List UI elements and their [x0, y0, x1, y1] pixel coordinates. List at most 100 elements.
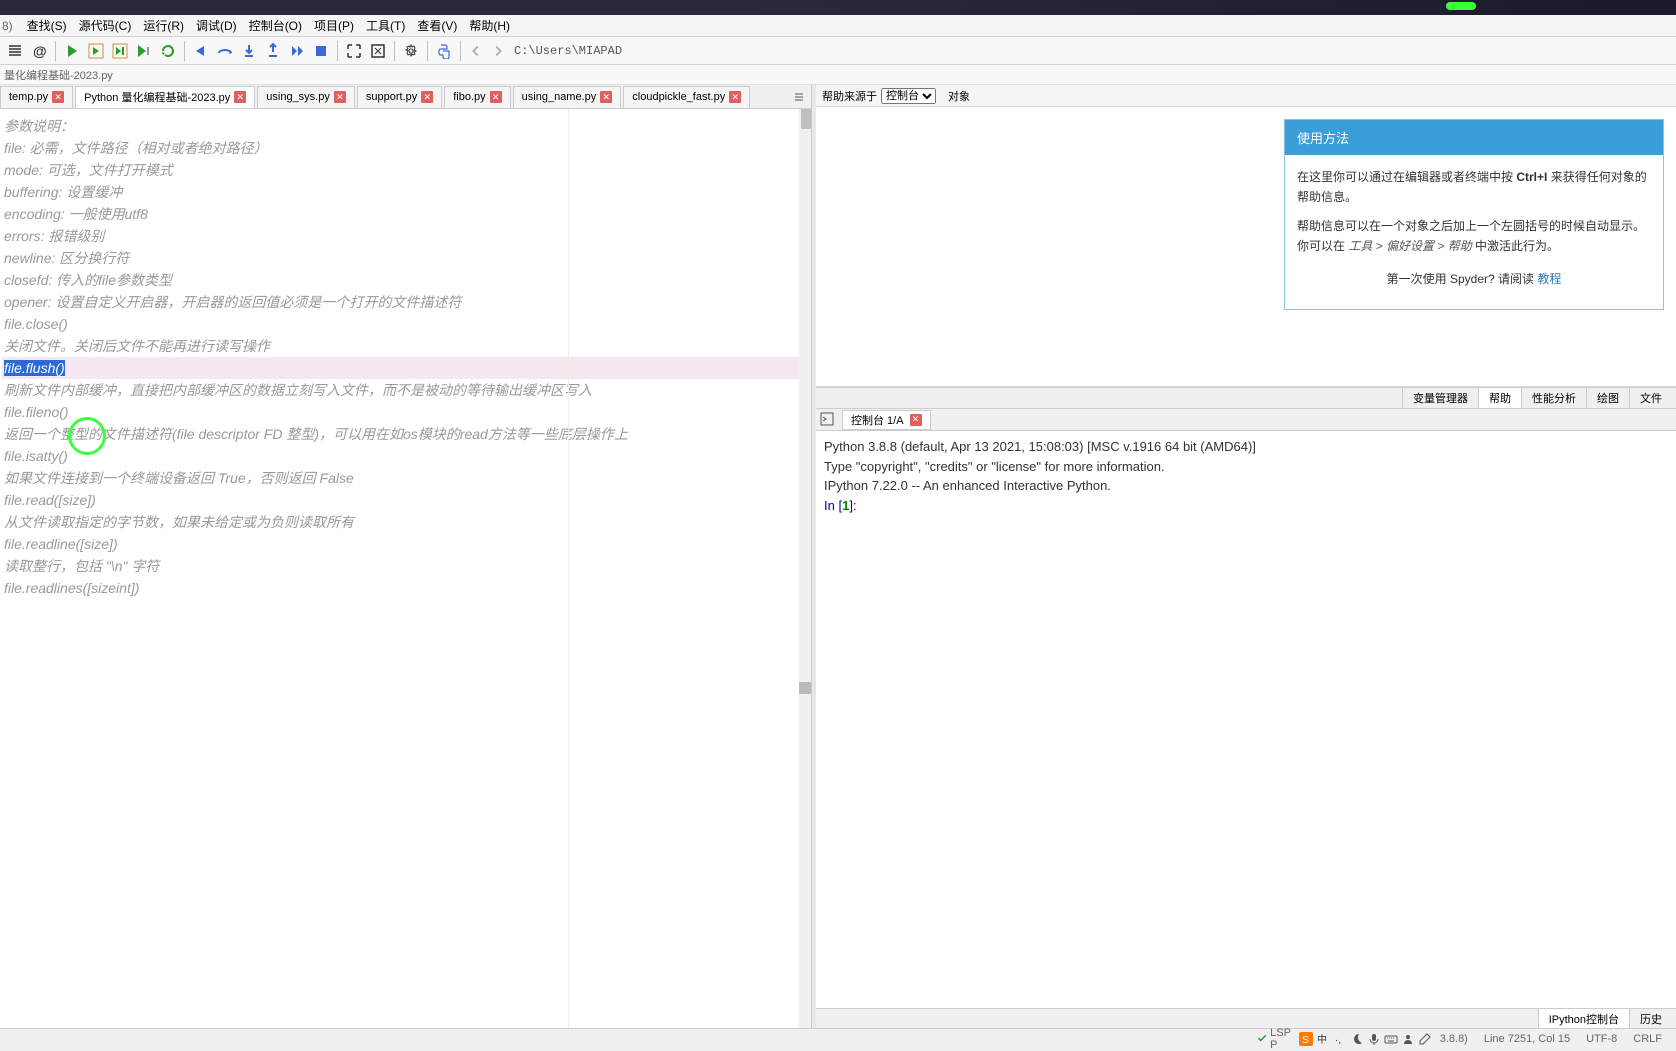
tab-temp[interactable]: temp.py✕ — [0, 86, 73, 108]
close-icon[interactable]: ✕ — [234, 91, 246, 103]
status-lsp[interactable]: LSP P — [1257, 1027, 1291, 1051]
code-line: 从文件读取指定的字节数，如果未给定或为负则读取所有 — [2, 511, 809, 533]
code-line: mode: 可选，文件打开模式 — [2, 159, 809, 181]
console-menu-icon[interactable] — [820, 412, 836, 428]
breadcrumb-segment[interactable]: 量化编程基础-2023.py — [4, 67, 113, 83]
run-again-icon[interactable] — [157, 40, 179, 62]
moon-icon[interactable] — [1350, 1032, 1364, 1046]
close-icon[interactable]: ✕ — [910, 414, 922, 426]
editor-scrollbar[interactable] — [799, 109, 811, 1028]
close-icon[interactable]: ✕ — [490, 91, 502, 103]
status-python-version[interactable]: 3.8.8) — [1440, 1033, 1468, 1045]
debug-stop-icon[interactable] — [310, 40, 332, 62]
tab-history[interactable]: 历史 — [1629, 1009, 1672, 1029]
debug-stepin-icon[interactable] — [238, 40, 260, 62]
menu-console[interactable]: 控制台(O) — [243, 15, 308, 36]
editor-panel: temp.py✕ Python 量化编程基础-2023.py✕ using_sy… — [0, 85, 812, 1028]
fullscreen-icon[interactable] — [367, 40, 389, 62]
menu-project[interactable]: 项目(P) — [308, 15, 360, 36]
code-editor[interactable]: 参数说明： file: 必需，文件路径（相对或者绝对路径） mode: 可选，文… — [0, 109, 811, 1028]
menu-source[interactable]: 源代码(C) — [73, 15, 138, 36]
nav-back-icon[interactable] — [466, 41, 486, 61]
debug-stepover-icon[interactable] — [214, 40, 236, 62]
kbd-icon[interactable] — [1384, 1032, 1398, 1046]
tab-files[interactable]: 文件 — [1629, 388, 1672, 408]
cn-icon[interactable]: 中 — [1316, 1032, 1330, 1046]
preferences-icon[interactable] — [400, 40, 422, 62]
check-icon — [1257, 1033, 1267, 1043]
menu-find[interactable]: 查找(S) — [21, 15, 73, 36]
run-icon[interactable] — [61, 40, 83, 62]
status-encoding[interactable]: UTF-8 — [1586, 1033, 1617, 1045]
person-icon[interactable] — [1401, 1032, 1415, 1046]
debug-stepout-icon[interactable] — [262, 40, 284, 62]
tab-help[interactable]: 帮助 — [1478, 388, 1521, 408]
run-cell-advance-icon[interactable] — [109, 40, 131, 62]
help-source-label: 帮助来源于 — [822, 88, 877, 104]
ime-status-icons: S 中 ·, — [1299, 1032, 1432, 1046]
status-cursor-pos[interactable]: Line 7251, Col 15 — [1484, 1033, 1570, 1045]
tutorial-link[interactable]: 教程 — [1537, 272, 1561, 286]
menu-view[interactable]: 查看(V) — [411, 15, 463, 36]
title-fragment: 8) — [2, 19, 13, 33]
tab-main[interactable]: Python 量化编程基础-2023.py✕ — [75, 86, 255, 108]
close-icon[interactable]: ✕ — [729, 91, 741, 103]
menu-bar: 8) 查找(S) 源代码(C) 运行(R) 调试(D) 控制台(O) 项目(P)… — [0, 15, 1676, 37]
code-line: file.readline([size]) — [2, 533, 809, 555]
code-line: 刷新文件内部缓冲，直接把内部缓冲区的数据立刻写入文件，而不是被动的等待输出缓冲区… — [2, 379, 809, 401]
tab-variable-explorer[interactable]: 变量管理器 — [1402, 388, 1478, 408]
tab-label: cloudpickle_fast.py — [632, 91, 725, 103]
code-line: 关闭文件。关闭后文件不能再进行读写操作 — [2, 335, 809, 357]
nav-forward-icon[interactable] — [488, 41, 508, 61]
tab-plots[interactable]: 绘图 — [1586, 388, 1629, 408]
at-icon[interactable]: @ — [28, 40, 50, 62]
status-bar: LSP P S 中 ·, 3.8.8) Line 7251, Col 15 UT… — [0, 1028, 1676, 1048]
tab-support[interactable]: support.py ✕ — [357, 86, 442, 108]
run-cell-icon[interactable] — [85, 40, 107, 62]
menu-tools[interactable]: 工具(T) — [360, 15, 411, 36]
code-line: 读取整行，包括 "\n" 字符 — [2, 555, 809, 577]
menu-run[interactable]: 运行(R) — [137, 15, 190, 36]
console-tab-label: 控制台 1/A — [851, 412, 904, 428]
help-source-select[interactable]: 控制台 — [881, 88, 936, 104]
tab-using-sys[interactable]: using_sys.py ✕ — [257, 86, 355, 108]
status-eol[interactable]: CRLF — [1633, 1033, 1662, 1045]
menu-help[interactable]: 帮助(H) — [463, 15, 516, 36]
code-line: 如果文件连接到一个终端设备返回 True，否则返回 False — [2, 467, 809, 489]
tab-options-icon[interactable] — [791, 89, 807, 105]
punct-icon[interactable]: ·, — [1333, 1032, 1347, 1046]
tab-ipython-console[interactable]: IPython控制台 — [1538, 1009, 1629, 1029]
close-icon[interactable]: ✕ — [421, 91, 433, 103]
menu-debug[interactable]: 调试(D) — [190, 15, 243, 36]
help-card-title: 使用方法 — [1285, 120, 1663, 155]
lines-icon[interactable] — [4, 40, 26, 62]
editor-ruler — [568, 109, 569, 1028]
run-selection-icon[interactable] — [133, 40, 155, 62]
ipython-console[interactable]: Python 3.8.8 (default, Apr 13 2021, 15:0… — [816, 431, 1676, 1008]
tool-icon[interactable] — [1418, 1032, 1432, 1046]
svg-text:S: S — [1302, 1035, 1309, 1046]
sogou-icon[interactable]: S — [1299, 1032, 1313, 1046]
mic-icon[interactable] — [1367, 1032, 1381, 1046]
close-icon[interactable]: ✕ — [334, 91, 346, 103]
tab-cloudpickle[interactable]: cloudpickle_fast.py ✕ — [623, 86, 750, 108]
code-line: file.isatty() — [2, 445, 809, 467]
scroll-marker — [799, 682, 811, 694]
maximize-icon[interactable] — [343, 40, 365, 62]
tab-fibo[interactable]: fibo.py✕ — [444, 86, 510, 108]
code-line: opener: 设置自定义开启器，开启器的返回值必须是一个打开的文件描述符 — [2, 291, 809, 313]
python-path-icon[interactable] — [433, 40, 455, 62]
tab-using-name[interactable]: using_name.py✕ — [513, 86, 622, 108]
tab-profiler[interactable]: 性能分析 — [1521, 388, 1586, 408]
console-tab-1a[interactable]: 控制台 1/A ✕ — [842, 410, 931, 430]
console-line: Type "copyright", "credits" or "license"… — [824, 457, 1668, 477]
tab-label: using_sys.py — [266, 91, 330, 103]
debug-continue-icon[interactable] — [286, 40, 308, 62]
debug-step-icon[interactable] — [190, 40, 212, 62]
code-line: file.fileno() — [2, 401, 809, 423]
tab-label: support.py — [366, 91, 417, 103]
svg-text:·,: ·, — [1335, 1035, 1341, 1046]
close-icon[interactable]: ✕ — [52, 91, 64, 103]
console-tab-strip: 控制台 1/A ✕ — [816, 409, 1676, 431]
close-icon[interactable]: ✕ — [600, 91, 612, 103]
